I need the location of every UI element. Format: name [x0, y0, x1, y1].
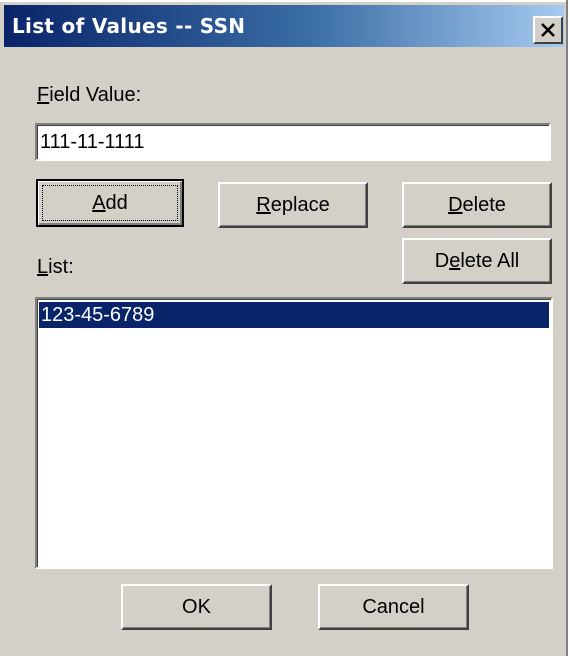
list-item[interactable]: 123-45-6789	[39, 302, 549, 328]
delete-all-button-label: Delete All	[434, 250, 520, 272]
delete-button-label: Delete	[448, 194, 506, 216]
close-button[interactable]	[533, 16, 563, 44]
window-title: List of Values -- SSN	[12, 14, 246, 38]
title-bar[interactable]: List of Values -- SSN	[4, 5, 564, 47]
values-listbox[interactable]: 123-45-6789	[35, 297, 553, 569]
add-button[interactable]: Add	[36, 179, 184, 227]
ok-button[interactable]: OK	[121, 584, 272, 630]
cancel-button[interactable]: Cancel	[318, 584, 469, 630]
replace-button-label: Replace	[256, 194, 330, 216]
replace-button[interactable]: Replace	[218, 182, 368, 228]
delete-button[interactable]: Delete	[402, 182, 552, 228]
close-icon	[541, 23, 555, 37]
field-value-input[interactable]	[37, 125, 549, 159]
field-value-input-frame[interactable]	[35, 123, 551, 161]
list-label: List:	[37, 256, 74, 278]
delete-all-button[interactable]: Delete All	[402, 238, 552, 284]
list-of-values-dialog: List of Values -- SSN Field Value: Add R…	[0, 0, 568, 656]
focus-rectangle	[42, 185, 178, 221]
field-value-label: Field Value:	[37, 84, 142, 106]
